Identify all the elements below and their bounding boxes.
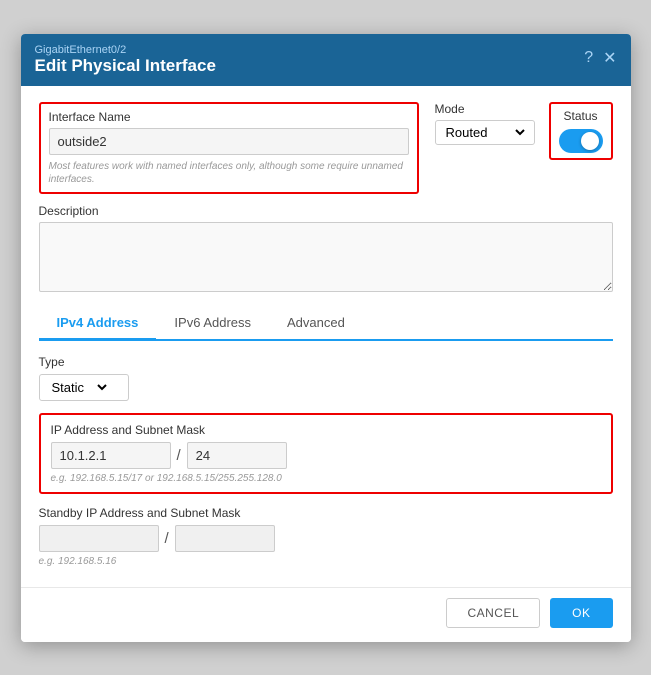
mode-group: Mode Routed Passive BVI bbox=[435, 102, 535, 145]
dialog-header: GigabitEthernet0/2 Edit Physical Interfa… bbox=[21, 34, 631, 86]
status-group: Status bbox=[549, 102, 613, 160]
ip-address-input[interactable] bbox=[51, 442, 171, 469]
dialog-subtitle: GigabitEthernet0/2 bbox=[35, 44, 216, 56]
mode-label: Mode bbox=[435, 102, 535, 116]
ip-subnet-section: IP Address and Subnet Mask / e.g. 192.16… bbox=[39, 413, 613, 494]
interface-name-label: Interface Name bbox=[49, 110, 409, 124]
standby-slash: / bbox=[165, 530, 169, 547]
header-icons: ? ✕ bbox=[584, 48, 616, 68]
standby-row: / bbox=[39, 525, 613, 552]
help-icon[interactable]: ? bbox=[584, 49, 593, 67]
interface-name-input[interactable] bbox=[49, 128, 409, 155]
dialog-title: Edit Physical Interface bbox=[35, 56, 216, 76]
close-icon[interactable]: ✕ bbox=[603, 48, 616, 68]
ip-subnet-label: IP Address and Subnet Mask bbox=[51, 423, 601, 437]
toggle-slider bbox=[559, 129, 603, 153]
tab-ipv4[interactable]: IPv4 Address bbox=[39, 307, 157, 341]
standby-section: Standby IP Address and Subnet Mask / e.g… bbox=[39, 506, 613, 567]
mode-status-group: Mode Routed Passive BVI Status bbox=[435, 102, 613, 160]
standby-subnet-input[interactable] bbox=[175, 525, 275, 552]
type-select[interactable]: Static DHCP PPPoE bbox=[48, 379, 110, 396]
type-label: Type bbox=[39, 355, 613, 369]
ip-subnet-row: / bbox=[51, 442, 601, 469]
mode-select[interactable]: Routed Passive BVI bbox=[442, 124, 528, 141]
cancel-button[interactable]: CANCEL bbox=[446, 598, 540, 628]
header-left: GigabitEthernet0/2 Edit Physical Interfa… bbox=[35, 44, 216, 76]
tab-advanced[interactable]: Advanced bbox=[269, 307, 363, 341]
dialog-body: Interface Name Most features work with n… bbox=[21, 86, 631, 587]
tabs-row: IPv4 Address IPv6 Address Advanced bbox=[39, 307, 613, 341]
edit-physical-interface-dialog: GigabitEthernet0/2 Edit Physical Interfa… bbox=[21, 34, 631, 642]
subnet-mask-input[interactable] bbox=[187, 442, 287, 469]
standby-example-text: e.g. 192.168.5.16 bbox=[39, 556, 613, 567]
mode-select-wrap[interactable]: Routed Passive BVI bbox=[435, 120, 535, 145]
top-row: Interface Name Most features work with n… bbox=[39, 102, 613, 194]
type-row: Type Static DHCP PPPoE bbox=[39, 355, 613, 401]
description-label: Description bbox=[39, 204, 613, 218]
interface-name-group: Interface Name Most features work with n… bbox=[39, 102, 419, 194]
description-textarea[interactable] bbox=[39, 222, 613, 292]
standby-ip-input[interactable] bbox=[39, 525, 159, 552]
status-toggle[interactable] bbox=[559, 129, 603, 153]
type-select-wrap[interactable]: Static DHCP PPPoE bbox=[39, 374, 129, 401]
interface-name-hint: Most features work with named interfaces… bbox=[49, 160, 409, 186]
ipv4-content: Type Static DHCP PPPoE IP Address and Su… bbox=[39, 355, 613, 567]
description-section: Description bbox=[39, 204, 613, 295]
standby-label: Standby IP Address and Subnet Mask bbox=[39, 506, 613, 520]
ok-button[interactable]: OK bbox=[550, 598, 612, 628]
tab-ipv6[interactable]: IPv6 Address bbox=[156, 307, 269, 341]
dialog-footer: CANCEL OK bbox=[21, 587, 631, 642]
status-label: Status bbox=[563, 109, 597, 123]
slash-separator: / bbox=[177, 447, 181, 464]
ip-example-text: e.g. 192.168.5.15/17 or 192.168.5.15/255… bbox=[51, 473, 601, 484]
